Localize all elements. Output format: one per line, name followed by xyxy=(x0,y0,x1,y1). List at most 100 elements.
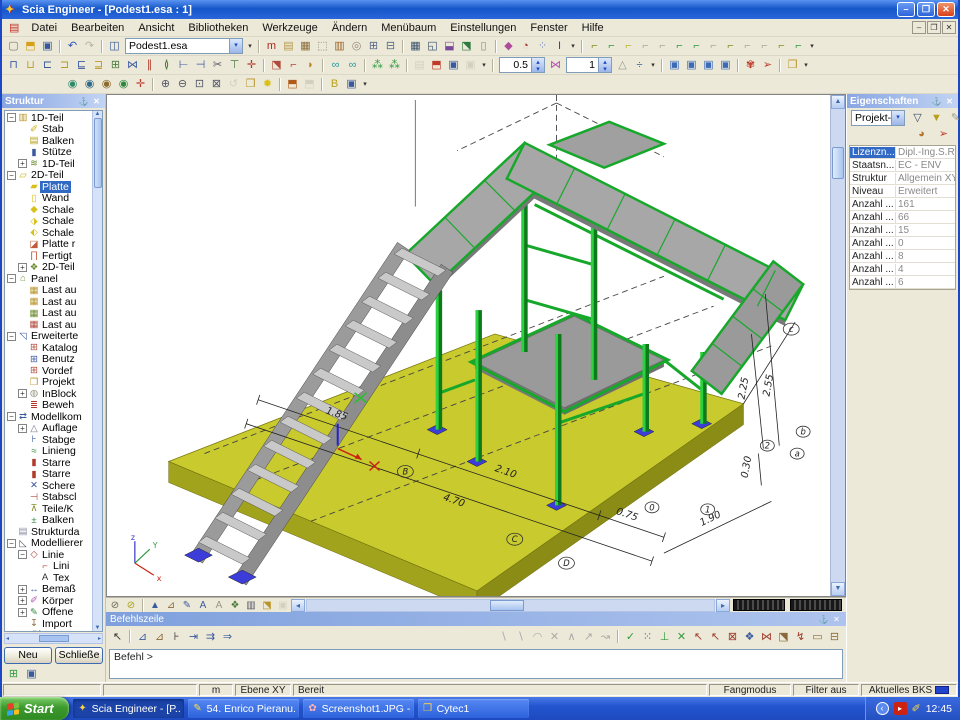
tree-item-schale[interactable]: ⬖Schale xyxy=(5,227,92,239)
project-dropdown-icon[interactable]: ▾ xyxy=(245,42,255,50)
table-window-icon[interactable]: ⊞ xyxy=(365,39,382,54)
clip-on-icon[interactable]: ⊘ xyxy=(123,599,139,612)
profile-12-icon[interactable]: ⌐ xyxy=(773,39,790,54)
tree-item-schere[interactable]: ✕Schere xyxy=(5,480,92,492)
mdi-restore-button[interactable]: ❐ xyxy=(927,21,941,34)
profile-13-icon[interactable]: ⌐ xyxy=(790,39,807,54)
tree-item-starre[interactable]: ▮Starre xyxy=(5,469,92,481)
status-plane[interactable]: Ebene XY xyxy=(235,684,291,696)
zoom-all-icon[interactable]: ⊠ xyxy=(208,77,225,92)
property-value[interactable]: 4 xyxy=(896,264,955,275)
property-row[interactable]: Lizenzn...Dipl.-Ing.S.Ry... xyxy=(850,146,955,159)
member-11-icon[interactable]: ⊢ xyxy=(175,58,192,73)
document-3d-icon[interactable]: ⬔ xyxy=(458,39,475,54)
select-mode-5-icon[interactable]: ⇉ xyxy=(202,630,219,645)
cabinet-icon[interactable]: ▥ xyxy=(331,39,348,54)
tab-structure-icon[interactable]: ⊞ xyxy=(5,667,22,682)
ratio-icon[interactable]: ÷ xyxy=(631,58,648,73)
select-mode-2-icon[interactable]: ⊿ xyxy=(151,630,168,645)
close-panel-icon[interactable]: ✕ xyxy=(91,96,102,107)
open-dropdown-icon[interactable]: ▾ xyxy=(801,61,811,69)
expander-icon[interactable]: + xyxy=(18,424,27,433)
print-preview-icon[interactable]: ◱ xyxy=(424,39,441,54)
member-12-icon[interactable]: ⊣ xyxy=(192,58,209,73)
view-doc-icon[interactable]: ⬔ xyxy=(259,599,275,612)
snap-table-icon[interactable]: ⊟ xyxy=(826,630,843,645)
tree-vscroll-thumb[interactable] xyxy=(94,118,102,188)
member-2-icon[interactable]: ⊔ xyxy=(22,58,39,73)
point-grid-icon[interactable]: ⁘ xyxy=(534,39,551,54)
redo-icon[interactable]: ↷ xyxy=(81,39,98,54)
layers-icon[interactable]: ▤ xyxy=(280,39,297,54)
taskbar-button-scia-engineer-p-[interactable]: ✦Scia Engineer - [P... xyxy=(73,699,184,718)
select-mode-4-icon[interactable]: ⇥ xyxy=(185,630,202,645)
load-folder-icon[interactable]: ⬒ xyxy=(428,58,445,73)
minimize-button[interactable]: – xyxy=(897,2,915,17)
cmd-pin-icon[interactable]: ⚓ xyxy=(818,614,829,625)
tree-item-fertigt[interactable]: ∏Fertigt xyxy=(5,250,92,262)
plate-tool-3-icon[interactable]: ◗ xyxy=(302,58,319,73)
tree-item-katalog[interactable]: ⊞Katalog xyxy=(5,342,92,354)
menu-bibliotheken[interactable]: Bibliotheken xyxy=(181,21,255,35)
tree-item-modellkom[interactable]: −⇄Modellkom xyxy=(5,411,92,423)
perspective-icon[interactable]: ▣ xyxy=(343,77,360,92)
view-dropdown-icon[interactable]: ▾ xyxy=(360,80,370,88)
struktur-caption[interactable]: Struktur ⚓ ✕ xyxy=(2,94,105,108)
activity-icon[interactable]: ▦ xyxy=(297,39,314,54)
mesh-icon[interactable]: ◎ xyxy=(348,39,365,54)
zoom-previous-icon[interactable]: ↺ xyxy=(225,77,242,92)
labels-off-icon[interactable]: A xyxy=(211,599,227,612)
render-mode-4-icon[interactable]: ◉ xyxy=(115,77,132,92)
snap-node-icon[interactable]: ⋈ xyxy=(758,630,775,645)
tree-item--bertrage[interactable]: +⬓Übertrage xyxy=(5,630,92,632)
member-3-icon[interactable]: ⊏ xyxy=(39,58,56,73)
tree-item-platte[interactable]: ▰Platte xyxy=(5,181,92,193)
filter-blue-icon[interactable]: ▣ xyxy=(445,58,462,73)
plate-tool-2-icon[interactable]: ⌐ xyxy=(285,58,302,73)
zoom-window-icon[interactable]: ⊡ xyxy=(191,77,208,92)
draw-arc-icon[interactable]: ◠ xyxy=(529,630,546,645)
menu-einstellungen[interactable]: Einstellungen xyxy=(443,21,523,35)
draw-vector-icon[interactable]: ↗ xyxy=(580,630,597,645)
tree-item-projekt[interactable]: ❒Projekt xyxy=(5,377,92,389)
filter-funnel-active-icon[interactable]: ▼ xyxy=(928,111,945,126)
view-window-3-icon[interactable]: ▣ xyxy=(700,58,717,73)
draw-spline-icon[interactable]: ↝ xyxy=(597,630,614,645)
snap-inter-icon[interactable]: ✕ xyxy=(673,630,690,645)
property-row[interactable]: Anzahl ...161 xyxy=(850,198,955,211)
pie-chart-icon[interactable]: ◕ xyxy=(913,127,930,142)
prop-pin-icon[interactable]: ⚓ xyxy=(931,96,942,107)
member-4-icon[interactable]: ⊐ xyxy=(56,58,73,73)
snap-ok-icon[interactable]: ✓ xyxy=(622,630,639,645)
menu-fenster[interactable]: Fenster xyxy=(523,21,574,35)
link-2-icon[interactable]: ∞ xyxy=(344,58,361,73)
hscroll-left-icon[interactable]: ◂ xyxy=(291,599,305,612)
tree-item-1d-teil[interactable]: −▥1D-Teil xyxy=(5,112,92,124)
filter-gray-icon[interactable]: ▣ xyxy=(462,58,479,73)
tree-item-auflage[interactable]: +△Auflage xyxy=(5,423,92,435)
profile-2-icon[interactable]: ⌐ xyxy=(603,39,620,54)
tray-chevron-icon[interactable]: ‹ xyxy=(876,702,889,715)
member-9-icon[interactable]: ∥ xyxy=(141,58,158,73)
property-row[interactable]: Anzahl ...15 xyxy=(850,224,955,237)
member-14-icon[interactable]: ✛ xyxy=(243,58,260,73)
command-input[interactable]: Befehl > xyxy=(109,649,843,679)
member-8-icon[interactable]: ⋈ xyxy=(124,58,141,73)
tree-item-bema-[interactable]: +↔Bemaß xyxy=(5,584,92,596)
close-button[interactable]: ✕ xyxy=(937,2,955,17)
measure-icon[interactable]: ⊿ xyxy=(163,599,179,612)
tree-item-import[interactable]: ↧Import xyxy=(5,618,92,630)
status-snap-mode[interactable]: Fangmodus xyxy=(709,684,791,696)
draw-line-icon[interactable]: ∖ xyxy=(495,630,512,645)
expander-icon[interactable]: − xyxy=(7,274,16,283)
tree-item-lini[interactable]: ⌐Lini xyxy=(5,561,92,573)
property-row[interactable]: Anzahl ...8 xyxy=(850,250,955,263)
deform-scale-icon[interactable]: ⋈ xyxy=(547,58,564,73)
pin-icon[interactable]: ✛ xyxy=(132,77,149,92)
zoom-document-icon[interactable]: ◔ xyxy=(517,39,534,54)
clock[interactable]: 12:45 xyxy=(926,703,952,715)
tree-item-strukturda[interactable]: ▤Strukturda xyxy=(5,526,92,538)
camera-icon[interactable]: ⬒ xyxy=(284,77,301,92)
profile-1-icon[interactable]: ⌐ xyxy=(586,39,603,54)
tree-item-st-tze[interactable]: ▮Stütze xyxy=(5,147,92,159)
